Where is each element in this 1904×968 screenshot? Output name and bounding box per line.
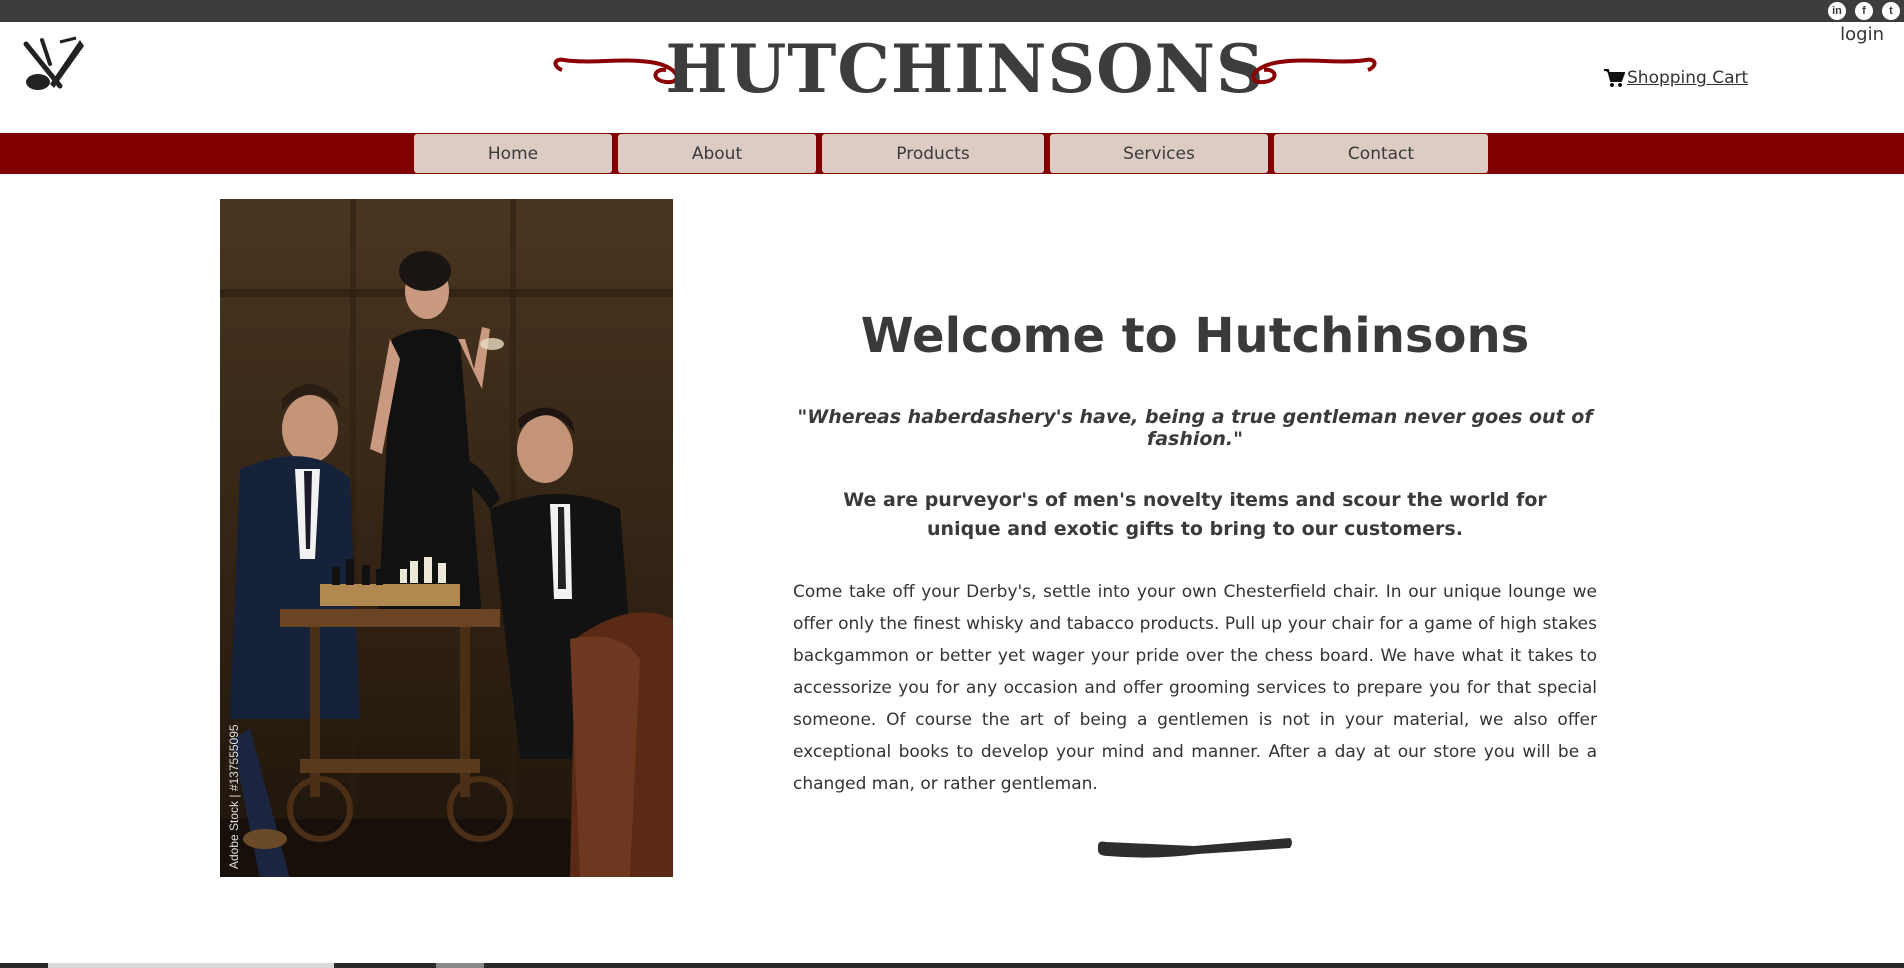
straight-razor-icon [1098, 838, 1292, 858]
top-bar: in f t [0, 0, 1904, 22]
social-links: in f t [1828, 2, 1900, 20]
hero-watermark: Adobe Stock | #137555095 [227, 724, 241, 869]
quote-text: "Whereas haberdashery's have, being a tr… [797, 406, 1593, 450]
linkedin-icon[interactable]: in [1828, 2, 1846, 20]
nav-home[interactable]: Home [414, 134, 612, 173]
intro-paragraph: Come take off your Derby's, settle into … [793, 582, 1597, 794]
login-link[interactable]: login [1840, 24, 1884, 45]
bottom-bar [0, 963, 1904, 968]
main-nav: Home About Products Services Contact [0, 133, 1904, 174]
nav-about[interactable]: About [618, 134, 816, 173]
welcome-heading: Welcome to Hutchinsons [860, 308, 1530, 364]
swirl-right-icon [1251, 57, 1377, 85]
nav-products[interactable]: Products [822, 134, 1044, 173]
hero-image: Adobe Stock | #137555095 [220, 199, 673, 877]
logo[interactable] [20, 34, 90, 94]
shopping-cart-link[interactable]: Shopping Cart [1603, 68, 1748, 88]
facebook-icon[interactable]: f [1855, 2, 1873, 20]
nav-services[interactable]: Services [1050, 134, 1268, 173]
twitter-icon[interactable]: t [1882, 2, 1900, 20]
brand-header: HUTCHINSONS [550, 30, 1380, 110]
nav-contact[interactable]: Contact [1274, 134, 1488, 173]
cart-icon [1604, 69, 1625, 87]
shopping-cart-label[interactable]: Shopping Cart [1627, 68, 1748, 88]
tagline-text: We are purveyor's of men's novelty items… [843, 489, 1547, 540]
main-content: Welcome to Hutchinsons "Whereas haberdas… [793, 290, 1597, 800]
